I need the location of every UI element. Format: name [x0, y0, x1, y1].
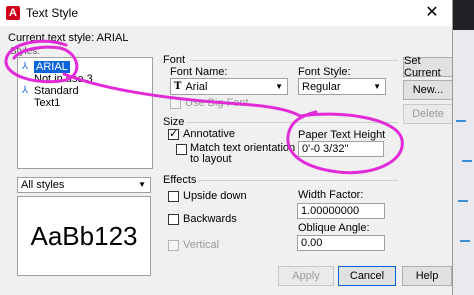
title-bar: A Text Style ✕ [0, 0, 452, 26]
chevron-down-icon: ▼ [138, 180, 146, 189]
current-style-value: ARIAL [96, 32, 129, 44]
width-factor-input[interactable]: 1.00000000 [297, 203, 385, 219]
truetype-icon: T [174, 81, 182, 92]
paper-text-height-input[interactable]: 0'-0 3/32" [298, 141, 384, 157]
style-item-label: Standard [34, 85, 79, 97]
text-style-dialog: A Text Style ✕ Current text style: ARIAL… [0, 0, 453, 295]
vertical-row[interactable]: Vertical [168, 239, 219, 251]
use-big-font-checkbox[interactable] [170, 97, 181, 109]
effects-section-title: Effects [163, 174, 197, 186]
window-title: Text Style [26, 6, 79, 20]
oblique-angle-label: Oblique Angle: [298, 222, 370, 234]
cad-drawing-strip [450, 30, 474, 295]
style-item-label: ARIAL [34, 61, 70, 73]
match-orientation-label-line2: to layout [190, 153, 232, 165]
autocad-logo-icon: A [6, 6, 20, 20]
annotative-icon: ⅄ [22, 85, 29, 96]
set-current-button[interactable]: Set Current [403, 55, 452, 79]
help-button[interactable]: Help [402, 266, 452, 286]
effects-section-divider [198, 180, 398, 181]
cancel-button[interactable]: Cancel [338, 266, 396, 286]
chevron-down-icon: ▼ [373, 82, 381, 91]
vertical-checkbox[interactable] [168, 239, 179, 251]
annotative-label: Annotative [183, 128, 235, 140]
upside-down-row[interactable]: Upside down [168, 190, 247, 202]
font-name-select[interactable]: T Arial ▼ [170, 78, 288, 95]
annotative-icon: ⅄ [22, 61, 29, 72]
styles-filter-value: All styles [21, 179, 65, 191]
annotative-checkbox[interactable] [168, 127, 179, 140]
style-item-label: Text1 [34, 97, 61, 109]
new-style-button[interactable]: New... [403, 80, 452, 100]
styles-label: Styles: [10, 46, 41, 57]
cad-mark [460, 240, 470, 242]
current-style-line: Current text style: ARIAL [8, 32, 128, 44]
font-name-label: Font Name: [170, 66, 228, 78]
font-section-title: Font [163, 54, 186, 66]
delete-style-button[interactable]: Delete [403, 104, 452, 124]
use-big-font-row[interactable]: Use Big Font [170, 97, 249, 109]
width-factor-label: Width Factor: [298, 189, 364, 201]
vertical-label: Vertical [183, 239, 220, 251]
font-section-divider [190, 60, 398, 61]
styles-list[interactable]: ⅄ ARIAL Not in use 3 ⅄ Standard Text1 [17, 57, 153, 169]
match-orientation-checkbox[interactable] [176, 144, 187, 155]
font-name-value: Arial [185, 80, 208, 93]
cad-mark [456, 120, 466, 122]
font-style-select[interactable]: Regular ▼ [298, 78, 386, 95]
style-preview: AaBb123 [17, 196, 151, 276]
styles-filter-select[interactable]: All styles ▼ [17, 177, 151, 193]
annotative-row[interactable]: Annotative [168, 127, 235, 140]
oblique-angle-input[interactable]: 0.00 [297, 235, 385, 251]
chevron-down-icon: ▼ [275, 82, 283, 91]
close-button[interactable]: ✕ [422, 4, 442, 22]
backwards-checkbox[interactable] [168, 213, 179, 225]
font-style-label: Font Style: [298, 66, 351, 78]
cad-mark [462, 160, 472, 162]
apply-button[interactable]: Apply [278, 266, 334, 286]
backwards-label: Backwards [183, 213, 237, 225]
use-big-font-label: Use Big Font [185, 97, 249, 109]
upside-down-checkbox[interactable] [168, 190, 179, 202]
cad-mark [458, 200, 468, 202]
style-item-label: Not in use 3 [34, 73, 93, 85]
font-style-value: Regular [302, 80, 341, 93]
backwards-row[interactable]: Backwards [168, 213, 237, 225]
size-section-divider [186, 122, 398, 123]
match-orientation-label: Match text orientation to layout [190, 143, 295, 165]
current-style-label: Current text style: [8, 32, 95, 44]
paper-text-height-label: Paper Text Height [298, 129, 386, 141]
upside-down-label: Upside down [183, 190, 247, 202]
